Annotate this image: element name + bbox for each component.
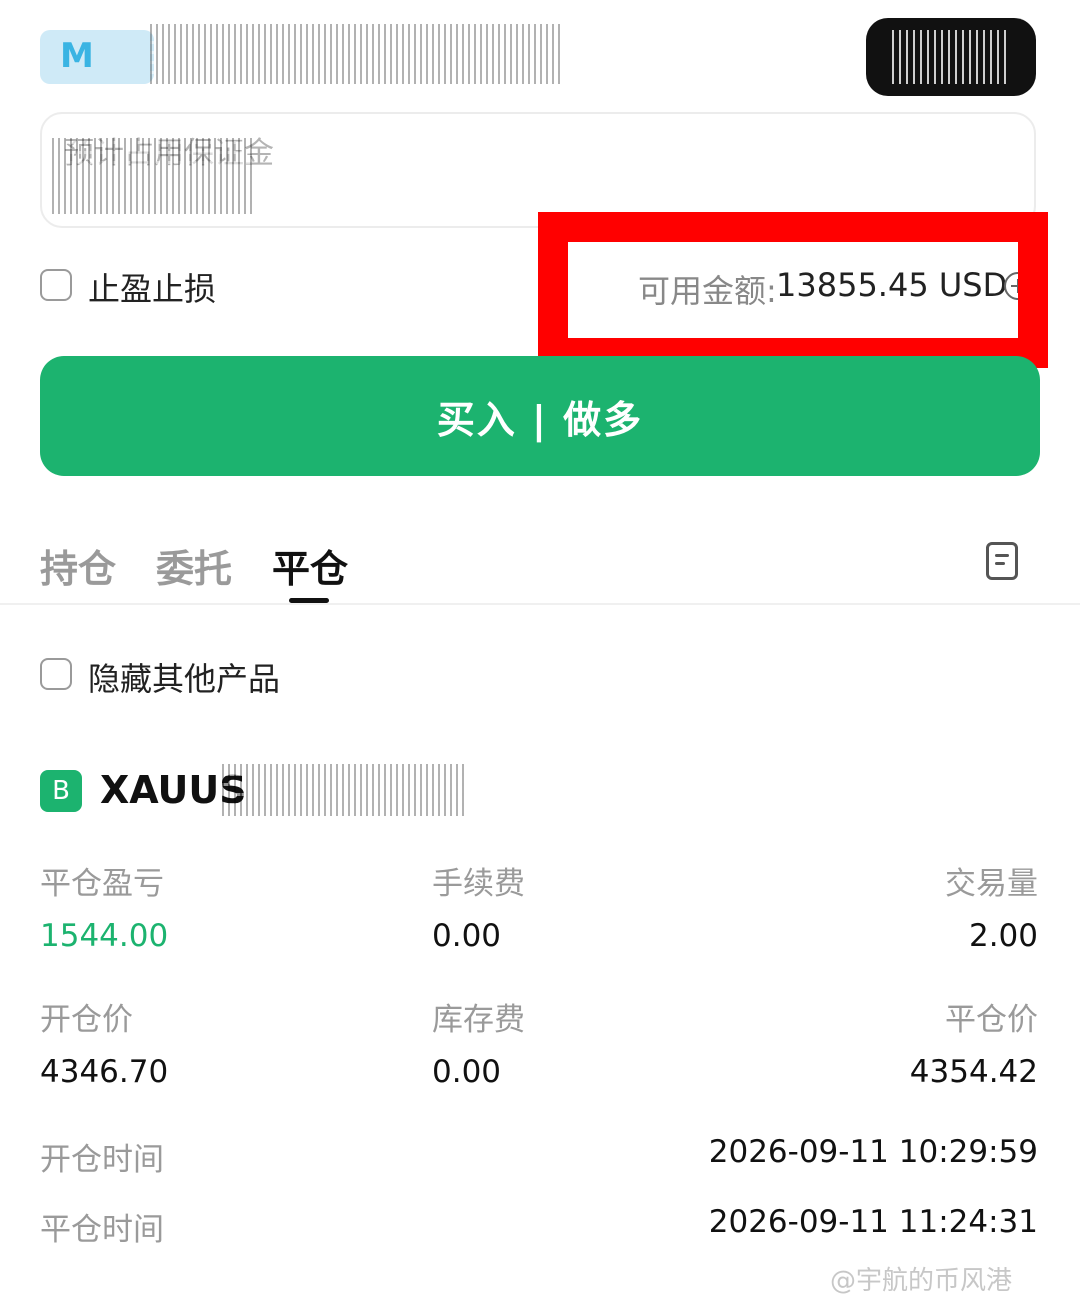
open-price-label: 开仓价 (40, 1002, 133, 1038)
buy-side-badge: B (40, 770, 82, 812)
app-logo-badge (40, 30, 154, 84)
open-price-value: 4346.70 (40, 1054, 169, 1090)
close-time-value: 2026-09-11 11:24:31 (708, 1204, 1038, 1240)
volume-value: 2.00 (968, 918, 1038, 954)
pnl-label: 平仓盈亏 (40, 866, 164, 902)
buy-long-button[interactable]: 买入 | 做多 (40, 356, 1040, 476)
tpsl-checkbox[interactable] (40, 269, 72, 301)
close-time-label: 平仓时间 (40, 1212, 164, 1248)
redacted-symbol-suffix (222, 764, 466, 816)
open-time-label: 开仓时间 (40, 1142, 164, 1178)
redacted-margin-value (52, 138, 252, 214)
fee-value: 0.00 (432, 918, 502, 954)
swap-label: 库存费 (432, 1002, 525, 1038)
close-price-label: 平仓价 (945, 1002, 1038, 1038)
tab-divider (0, 603, 1080, 605)
pnl-value: 1544.00 (40, 918, 169, 954)
tab-positions[interactable]: 持仓 (40, 538, 116, 593)
tab-closed[interactable]: 平仓 (272, 538, 348, 593)
highlight-box (538, 212, 1048, 368)
watermark-text: @宇航的币风港 (830, 1266, 1013, 1296)
app-logo-letter: M (60, 36, 94, 76)
redacted-header-button[interactable] (866, 18, 1036, 96)
hide-others-checkbox[interactable] (40, 658, 72, 690)
fee-label: 手续费 (432, 866, 525, 902)
close-price-value: 4354.42 (909, 1054, 1038, 1090)
volume-label: 交易量 (945, 866, 1038, 902)
document-icon[interactable] (986, 542, 1018, 580)
open-time-value: 2026-09-11 10:29:59 (708, 1134, 1038, 1170)
tab-orders[interactable]: 委托 (156, 538, 232, 593)
hide-others-label: 隐藏其他产品 (88, 660, 281, 698)
tpsl-label: 止盈止损 (88, 270, 217, 308)
swap-value: 0.00 (432, 1054, 502, 1090)
redacted-header-text (150, 24, 560, 84)
